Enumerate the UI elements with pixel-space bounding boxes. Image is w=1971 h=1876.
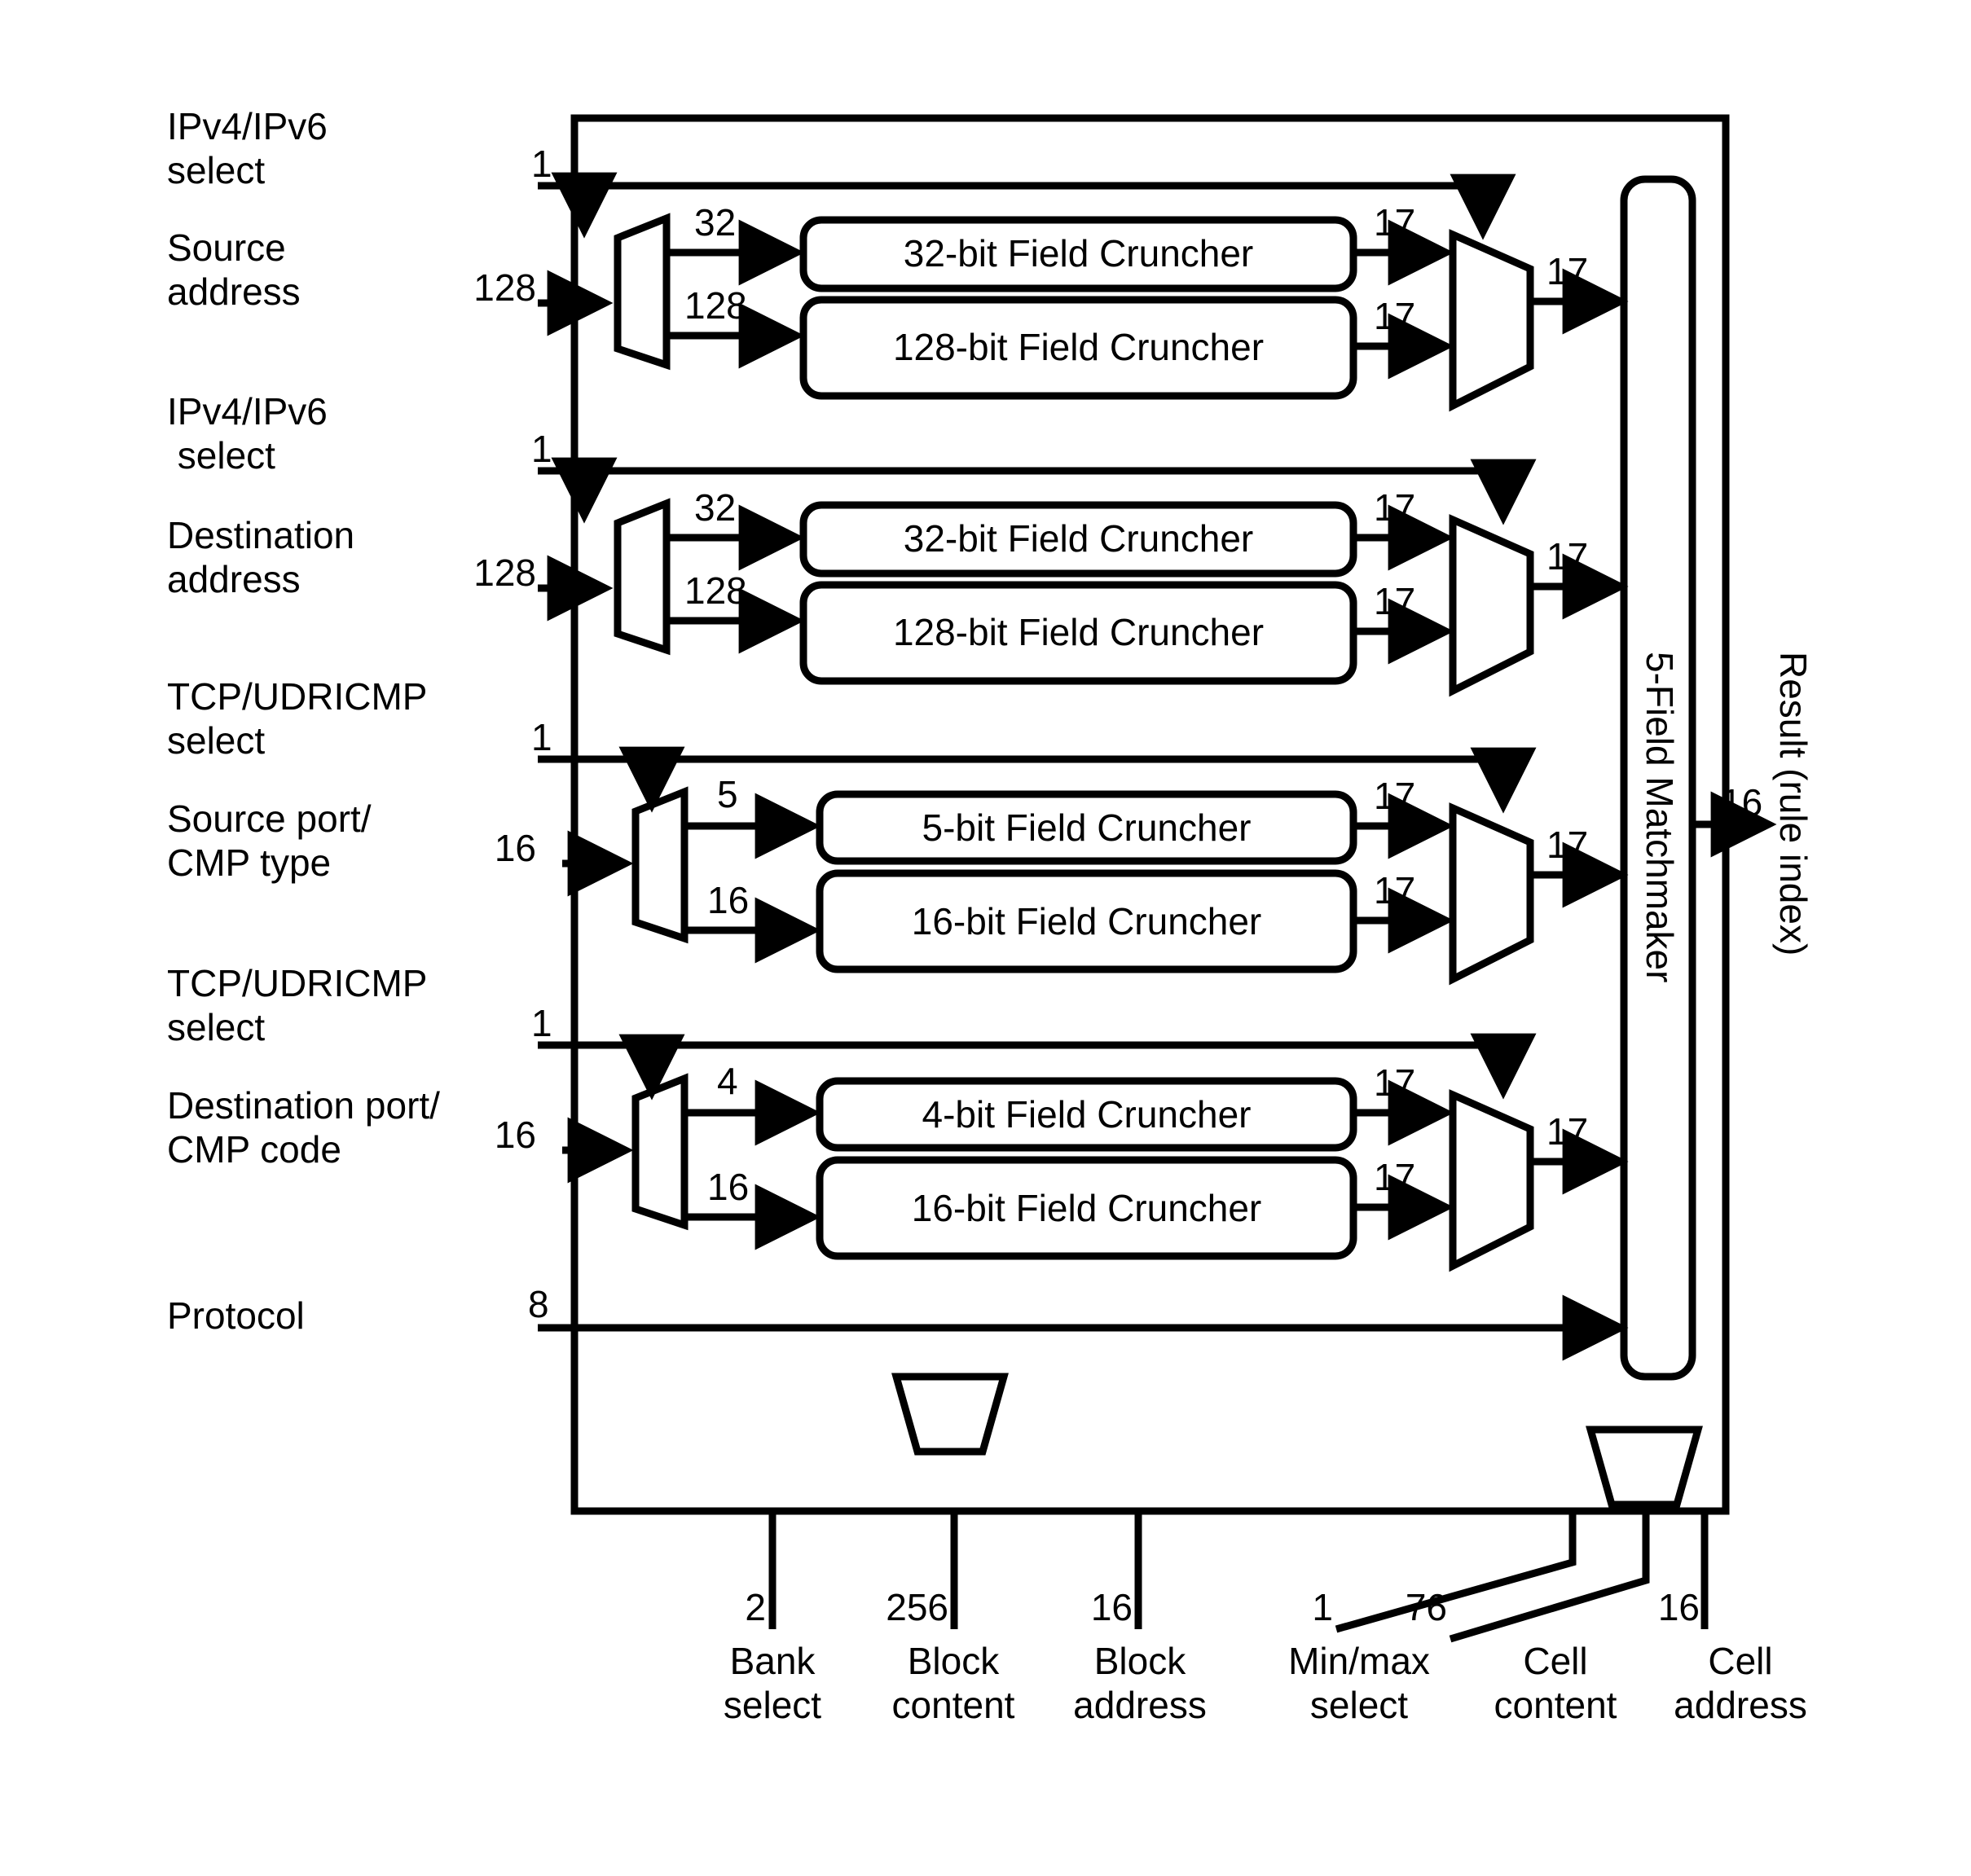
row4-demux (631, 1073, 689, 1231)
width-row3-demux-out-top: 5 (717, 773, 738, 815)
width-row4-mux-out: 17 (1546, 1110, 1589, 1153)
bottom-label-block-address: Block address (1073, 1640, 1207, 1727)
width-min-max-select: 1 (1312, 1586, 1333, 1628)
row1-demux (614, 213, 671, 371)
bottom-label-min-max-select: Min/max select (1288, 1640, 1430, 1727)
row2-cruncher-bottom-label: 128-bit Field Cruncher (892, 611, 1265, 653)
cell-ram-trapezoid (1586, 1426, 1703, 1509)
row2-demux (614, 498, 671, 656)
row1-cruncher-bottom-label: 128-bit Field Cruncher (892, 326, 1265, 368)
width-row3-mux-in-bottom: 17 (1374, 869, 1416, 912)
input-label-source-port-icmp-type: Source port/ CMP type (167, 797, 372, 885)
width-row3-select: 1 (531, 716, 552, 758)
width-row4-mux-in-bottom: 17 (1374, 1156, 1416, 1198)
matchmaker-label: 5-Field Matchmaker (1639, 652, 1681, 983)
width-cell-address: 16 (1657, 1586, 1700, 1628)
row1-mux (1449, 229, 1534, 412)
input-label-ipv4-ipv6-select-1: IPv4/IPv6 select (167, 105, 328, 192)
row2-cruncher-top-label: 32-bit Field Cruncher (903, 517, 1254, 560)
row3-cruncher-bottom-label: 16-bit Field Cruncher (911, 900, 1262, 942)
row1-cruncher-top-label: 32-bit Field Cruncher (903, 232, 1254, 275)
bottom-label-cell-content: Cell content (1494, 1640, 1617, 1727)
width-row2-demux-out-bottom: 128 (684, 569, 747, 612)
input-label-protocol: Protocol (167, 1294, 305, 1337)
width-row2-input: 128 (473, 551, 536, 594)
bottom-label-block-content: Block content (891, 1640, 1015, 1727)
row3-mux (1449, 802, 1534, 986)
row4-mux (1449, 1089, 1534, 1272)
width-block-address: 16 (1090, 1586, 1133, 1628)
row3-cruncher-top-label: 5-bit Field Cruncher (922, 806, 1252, 849)
bottom-label-bank-select: Bank select (723, 1640, 822, 1727)
width-row3-mux-in-top: 17 (1374, 775, 1416, 817)
input-label-destination-address: Destination address (167, 514, 355, 601)
width-row3-demux-out-bottom: 16 (707, 879, 750, 921)
width-row4-mux-in-top: 17 (1374, 1061, 1416, 1104)
row4-cruncher-top-label: 4-bit Field Cruncher (922, 1093, 1252, 1136)
diagram-canvas: IPv4/IPv6 select Source address IPv4/IPv… (0, 0, 1971, 1876)
input-label-source-address: Source address (167, 226, 301, 314)
width-result: 16 (1721, 781, 1763, 824)
width-row2-mux-in-bottom: 17 (1374, 580, 1416, 622)
row4-cruncher-bottom-label: 16-bit Field Cruncher (911, 1187, 1262, 1229)
block-ram-trapezoid (891, 1373, 1009, 1456)
width-row2-demux-out-top: 32 (694, 486, 737, 529)
width-row1-input: 128 (473, 266, 536, 309)
width-protocol: 8 (528, 1283, 549, 1325)
width-row1-mux-in-top: 17 (1374, 201, 1416, 244)
bottom-label-cell-address: Cell address (1674, 1640, 1807, 1727)
input-label-ipv4-ipv6-select-2: IPv4/IPv6 select (167, 390, 328, 477)
width-row1-mux-in-bottom: 17 (1374, 295, 1416, 337)
input-label-tcp-udp-icmp-select-2: TCP/UDRICMP select (167, 962, 428, 1049)
width-cell-content: 76 (1405, 1586, 1447, 1628)
width-row3-input: 16 (494, 827, 536, 869)
row2-mux (1449, 514, 1534, 697)
width-row2-select: 1 (531, 428, 552, 470)
width-row2-mux-in-top: 17 (1374, 486, 1416, 529)
row3-demux (631, 786, 689, 944)
width-block-content: 256 (886, 1586, 948, 1628)
width-row4-select: 1 (531, 1002, 552, 1044)
width-row1-select: 1 (531, 143, 552, 185)
input-label-tcp-udp-icmp-select-1: TCP/UDRICMP select (167, 675, 428, 762)
width-row1-demux-out-bottom: 128 (684, 284, 747, 327)
result-label: Result (rule index) (1772, 652, 1815, 956)
width-row4-input: 16 (494, 1114, 536, 1156)
width-row3-mux-out: 17 (1546, 824, 1589, 866)
width-row2-mux-out: 17 (1546, 535, 1589, 578)
input-label-destination-port-icmp-code: Destination port/ CMP code (167, 1084, 440, 1171)
width-row4-demux-out-bottom: 16 (707, 1166, 750, 1208)
cell-content-stem (1449, 1511, 1650, 1643)
width-row4-demux-out-top: 4 (717, 1060, 738, 1102)
width-row1-mux-out: 17 (1546, 250, 1589, 292)
width-row1-demux-out-top: 32 (694, 201, 737, 244)
width-bank-select: 2 (745, 1586, 766, 1628)
